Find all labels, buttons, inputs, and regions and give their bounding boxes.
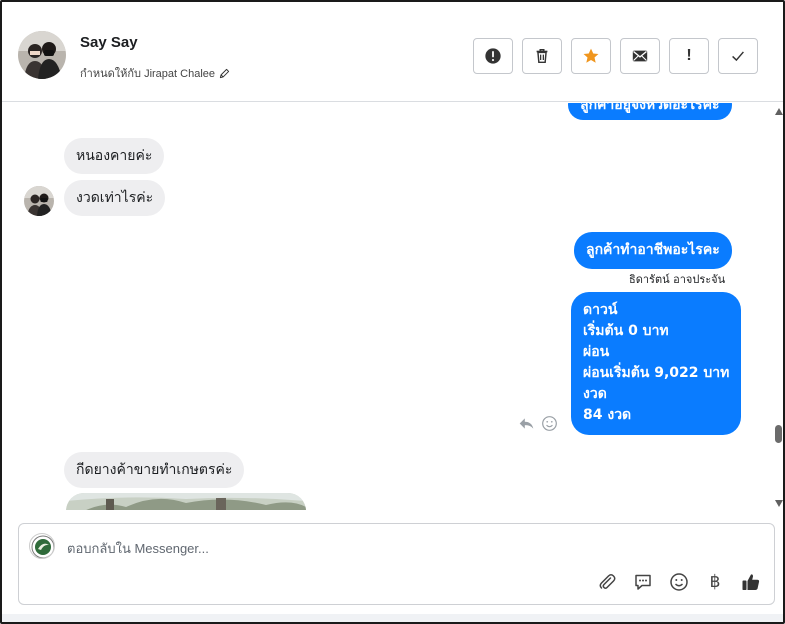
spam-button[interactable]	[473, 38, 513, 74]
contact-avatar[interactable]	[18, 31, 66, 79]
incoming-message[interactable]: หนองคายค่ะ	[64, 138, 165, 174]
message-line: งวด	[583, 386, 607, 402]
emoji-icon	[670, 573, 688, 591]
star-button[interactable]	[571, 38, 611, 74]
message-text: กีดยางค้าขายทำเกษตรค่ะ	[76, 462, 233, 478]
exclamation-icon: !	[686, 47, 692, 64]
outgoing-message[interactable]: ลูกค้าอยู่จังหวัดอะไรคะ	[568, 103, 732, 120]
scrollbar-thumb[interactable]	[775, 425, 782, 443]
incoming-message[interactable]: งวดเท่าไรค่ะ	[64, 180, 166, 216]
message-scrollbar[interactable]	[773, 103, 783, 510]
contact-name: Say Say	[80, 34, 138, 51]
saved-reply-button[interactable]	[632, 571, 654, 593]
scroll-up-arrow-icon[interactable]	[775, 108, 783, 115]
emoji-button[interactable]	[668, 571, 690, 593]
checkmark-icon	[732, 51, 744, 62]
incoming-message[interactable]: กีดยางค้าขายทำเกษตรค่ะ	[64, 452, 245, 488]
message-line: ผ่อน	[583, 344, 610, 360]
message-line: เริ่มต้น 0 บาท	[583, 323, 669, 339]
baht-icon: ฿	[709, 572, 721, 591]
sender-avatar[interactable]	[24, 186, 54, 216]
conversation-header: Say Say กำหนดให้กับ Jirapat Chalee !	[2, 2, 783, 102]
conversation-panel: Say Say กำหนดให้กับ Jirapat Chalee ! ลูก…	[0, 0, 785, 624]
message-line: ผ่อนเริ่มต้น 9,022 บาท	[583, 365, 730, 381]
outgoing-message[interactable]: ดาวน์ เริ่มต้น 0 บาท ผ่อน ผ่อนเริ่มต้น 9…	[571, 292, 742, 435]
assigned-to-text: กำหนดให้กับ Jirapat Chalee	[80, 68, 216, 80]
message-text: งวดเท่าไรค่ะ	[76, 190, 154, 206]
outgoing-message[interactable]: ลูกค้าทำอาชีพอะไรคะ	[574, 232, 732, 269]
attach-button[interactable]	[596, 571, 618, 593]
payment-button[interactable]: ฿	[704, 571, 726, 593]
message-list[interactable]: ลูกค้าอยู่จังหวัดอะไรคะ หนองคายค่ะ งวดเท…	[2, 103, 772, 510]
follow-up-button[interactable]: !	[669, 38, 709, 74]
image-attachment[interactable]	[66, 493, 306, 510]
assigned-to-label[interactable]: กำหนดให้กับ Jirapat Chalee	[80, 64, 230, 82]
page-logo	[29, 533, 55, 559]
delete-button[interactable]	[522, 38, 562, 74]
message-text: ลูกค้าอยู่จังหวัดอะไรคะ	[580, 103, 720, 113]
message-line: 84 งวด	[583, 407, 632, 423]
saved-reply-icon	[635, 574, 651, 590]
message-actions	[518, 415, 558, 432]
paperclip-icon	[599, 574, 616, 589]
reply-composer: ฿	[18, 523, 775, 605]
message-text: หนองคายค่ะ	[76, 148, 153, 164]
bottom-divider	[2, 614, 783, 622]
star-icon	[583, 48, 599, 63]
message-text: ลูกค้าทำอาชีพอะไรคะ	[586, 242, 720, 258]
message-line: ดาวน์	[583, 302, 618, 318]
message-sender-name: ธิดารัตน์ อาจประจัน	[629, 273, 726, 286]
reply-icon[interactable]	[518, 415, 535, 432]
done-button[interactable]	[718, 38, 758, 74]
emoji-reaction-icon[interactable]	[541, 415, 558, 432]
reply-input[interactable]	[67, 538, 667, 558]
like-button[interactable]	[740, 571, 762, 593]
pencil-icon[interactable]	[219, 68, 230, 79]
conversation-toolbar: !	[473, 38, 758, 74]
alert-circle-icon	[485, 48, 501, 64]
thumbs-up-icon	[742, 574, 760, 590]
mark-unread-button[interactable]	[620, 38, 660, 74]
trash-icon	[536, 48, 548, 64]
scroll-down-arrow-icon[interactable]	[775, 500, 783, 507]
composer-tools: ฿	[596, 571, 762, 593]
envelope-icon	[632, 50, 648, 62]
